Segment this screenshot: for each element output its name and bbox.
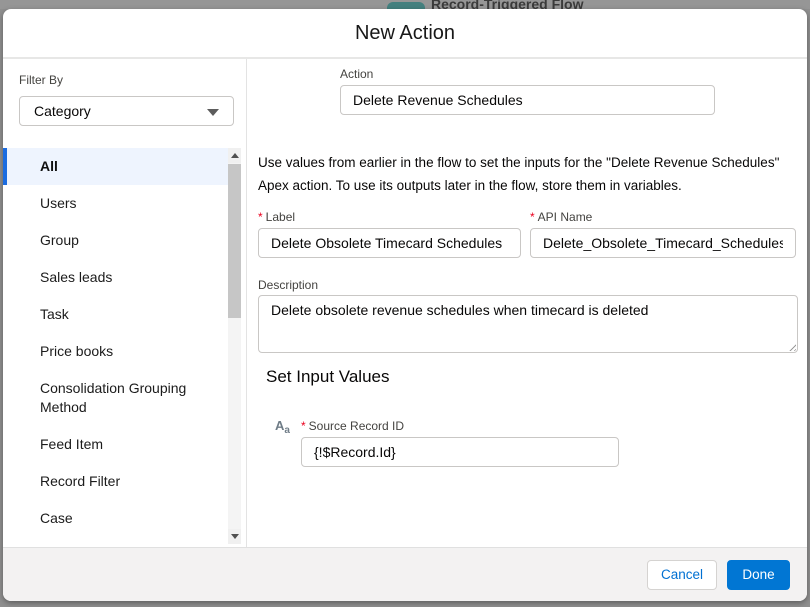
scroll-up-button[interactable] bbox=[228, 148, 241, 163]
sidebar-item-users[interactable]: Users bbox=[3, 185, 231, 222]
source-record-id-label: *Source Record ID bbox=[301, 419, 404, 433]
label-input[interactable] bbox=[258, 228, 521, 258]
category-list: AllUsersGroupSales leadsTaskPrice booksC… bbox=[3, 148, 231, 547]
background-flow-title: Record-Triggered Flow bbox=[431, 0, 583, 9]
api-name-input[interactable] bbox=[530, 228, 796, 258]
required-asterisk: * bbox=[530, 210, 535, 224]
sidebar-item-group[interactable]: Group bbox=[3, 222, 231, 259]
sidebar-item-task[interactable]: Task bbox=[3, 296, 231, 333]
flow-icon bbox=[387, 2, 425, 9]
sidebar-item-case[interactable]: Case bbox=[3, 500, 231, 537]
cancel-button[interactable]: Cancel bbox=[647, 560, 717, 590]
set-input-values-heading: Set Input Values bbox=[266, 367, 390, 387]
description-field-label: Description bbox=[258, 278, 318, 292]
sidebar-item-consolidation-grouping-method[interactable]: Consolidation Grouping Method bbox=[3, 370, 231, 426]
api-name-field-label: *API Name bbox=[530, 210, 592, 224]
background-overlay: Record-Triggered Flow bbox=[0, 0, 810, 9]
label-field-label: *Label bbox=[258, 210, 295, 224]
sidebar-scrollbar[interactable] bbox=[228, 148, 241, 544]
new-action-modal: New Action Filter By Category AllUsersGr… bbox=[3, 9, 807, 601]
modal-body: Filter By Category AllUsersGroupSales le… bbox=[3, 59, 807, 547]
action-form-panel: Action Use values from earlier in the fl… bbox=[247, 59, 807, 547]
sidebar-item-record-filter[interactable]: Record Filter bbox=[3, 463, 231, 500]
category-sidebar: Filter By Category AllUsersGroupSales le… bbox=[3, 59, 247, 547]
source-record-id-input[interactable] bbox=[301, 437, 619, 467]
modal-title: New Action bbox=[355, 22, 455, 45]
scroll-up-icon bbox=[231, 153, 239, 158]
category-dropdown-value: Category bbox=[34, 103, 91, 119]
modal-header: New Action bbox=[3, 9, 807, 59]
sidebar-item-feed-item[interactable]: Feed Item bbox=[3, 426, 231, 463]
action-label: Action bbox=[340, 67, 373, 81]
text-type-icon: Aa bbox=[275, 418, 290, 436]
filter-by-label: Filter By bbox=[19, 73, 63, 87]
category-dropdown[interactable]: Category bbox=[19, 96, 234, 126]
required-asterisk: * bbox=[301, 419, 306, 433]
action-input[interactable] bbox=[340, 85, 715, 115]
help-text: Use values from earlier in the flow to s… bbox=[258, 151, 800, 197]
scrollbar-thumb[interactable] bbox=[228, 164, 241, 318]
sidebar-item-price-books[interactable]: Price books bbox=[3, 333, 231, 370]
sidebar-item-sales-leads[interactable]: Sales leads bbox=[3, 259, 231, 296]
description-textarea[interactable]: Delete obsolete revenue schedules when t… bbox=[258, 295, 798, 353]
scroll-down-button[interactable] bbox=[228, 529, 241, 544]
chevron-down-icon bbox=[207, 109, 219, 116]
modal-footer: Cancel Done bbox=[3, 547, 807, 601]
required-asterisk: * bbox=[258, 210, 263, 224]
done-button[interactable]: Done bbox=[727, 560, 790, 590]
sidebar-item-all[interactable]: All bbox=[3, 148, 231, 185]
scroll-down-icon bbox=[231, 534, 239, 539]
